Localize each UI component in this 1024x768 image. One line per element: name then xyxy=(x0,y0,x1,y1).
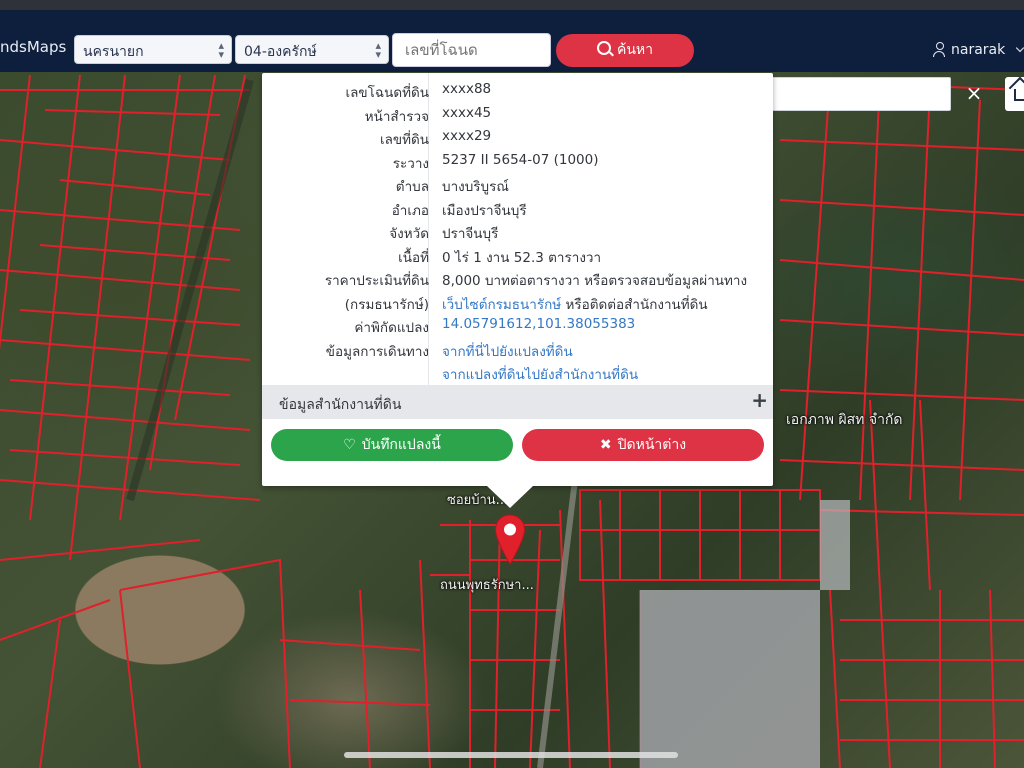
province-value: นครนายก xyxy=(83,44,144,60)
row-label: ระวาง xyxy=(392,155,429,172)
chevron-down-icon[interactable] xyxy=(1015,43,1024,53)
directions-to-office-link[interactable]: จากแปลงที่ดินไปยังสำนักงานที่ดิน xyxy=(442,363,638,385)
save-parcel-label: บันทึกแปลงนี้ xyxy=(361,437,441,453)
info-row: เลขโฉนดที่ดิน xxxx88 xyxy=(262,78,773,101)
parcel-info-popup: เลขโฉนดที่ดิน xxxx88 หน้าสำรวจ xxxx45 เล… xyxy=(262,73,773,508)
save-parcel-button[interactable]: ♡ บันทึกแปลงนี้ xyxy=(271,429,513,461)
row-value: 5237 II 5654-07 (1000) xyxy=(442,151,599,168)
deed-number-input[interactable] xyxy=(392,33,551,67)
row-value: xxxx88 xyxy=(442,81,492,97)
row-value-group: เว็บไซต์กรมธนารักษ์ หรือติดต่อสำนักงานที… xyxy=(442,293,708,315)
row-value: ปราจีนบุรี xyxy=(442,226,499,242)
close-window-label: ปิดหน้าต่าง xyxy=(617,437,687,453)
row-value: 8,000 บาทต่อตารางวา หรือตรวจสอบข้อมูลผ่า… xyxy=(442,273,748,289)
row-label: เลขโฉนดที่ดิน xyxy=(345,85,429,101)
row-label: เลขที่ดิน xyxy=(379,132,429,148)
row-label: อำเภอ xyxy=(391,202,429,219)
info-row: ระวาง 5237 II 5654-07 (1000) xyxy=(262,149,773,172)
poi-label: เอกภาพ ผิสท จำกัด xyxy=(786,412,903,428)
info-row: ข้อมูลการเดินทาง จากที่นี่ไปยังแปลงที่ดิ… xyxy=(262,337,773,360)
location-pin-icon[interactable] xyxy=(494,514,526,566)
land-office-accordion[interactable]: ข้อมูลสำนักงานที่ดิน + xyxy=(262,385,773,419)
row-label: (กรมธนารักษ์) xyxy=(344,296,429,313)
row-label: หน้าสำรวจ xyxy=(364,108,429,125)
info-row: อำเภอ เมืองปราจีนบุรี xyxy=(262,196,773,219)
select-caret-icon: ▴ ▾ xyxy=(218,39,224,61)
row-label: ราคาประเมินที่ดิน xyxy=(324,273,429,289)
info-row: จังหวัด ปราจีนบุรี xyxy=(262,219,773,242)
district-value: 04-องครักษ์ xyxy=(244,44,317,60)
close-window-button[interactable]: ✖ ปิดหน้าต่าง xyxy=(522,429,764,461)
plus-icon[interactable]: + xyxy=(751,388,768,412)
brand-logo[interactable]: ndsMaps xyxy=(0,38,66,56)
heart-icon: ♡ xyxy=(343,437,356,453)
info-row: ตำบล บางบริบูรณ์ xyxy=(262,172,773,195)
row-label: เนื้อที่ xyxy=(398,249,429,266)
row-label: ตำบล xyxy=(395,179,429,195)
close-icon[interactable]: × xyxy=(962,80,986,106)
user-menu[interactable]: nararak xyxy=(933,40,1005,58)
info-row: เนื้อที่ 0 ไร่ 1 งาน 52.3 ตารางวา xyxy=(262,243,773,266)
user-icon xyxy=(933,42,945,57)
directions-to-parcel-link[interactable]: จากที่นี่ไปยังแปลงที่ดิน xyxy=(442,340,573,362)
info-row: ค่าพิกัดแปลง 14.05791612,101.38055383 xyxy=(262,313,773,336)
search-icon xyxy=(596,41,611,55)
row-value: xxxx29 xyxy=(442,128,492,144)
info-row: หน้าสำรวจ xxxx45 xyxy=(262,102,773,125)
row-value-suffix: หรือติดต่อสำนักงานที่ดิน xyxy=(561,296,708,313)
province-select[interactable]: นครนายก ▴ ▾ xyxy=(74,35,232,64)
home-indicator-bar xyxy=(344,752,678,758)
search-button-label: ค้นหา xyxy=(616,42,654,58)
home-button[interactable] xyxy=(1005,77,1024,111)
close-icon: ✖ xyxy=(599,437,612,453)
row-label: ข้อมูลการเดินทาง xyxy=(325,343,429,360)
row-value: เมืองปราจีนบุรี xyxy=(442,202,527,219)
window-top-strip xyxy=(0,0,1024,10)
info-row: จากแปลงที่ดินไปยังสำนักงานที่ดิน xyxy=(262,360,773,383)
coordinates-link[interactable]: 14.05791612,101.38055383 xyxy=(442,316,635,332)
row-value: บางบริบูรณ์ xyxy=(442,179,509,195)
info-row: เลขที่ดิน xxxx29 xyxy=(262,125,773,148)
top-navbar: ndsMaps นครนายก ▴▾ 04-องครักษ์ ▴▾ ค้นหา … xyxy=(0,10,1024,72)
info-row: (กรมธนารักษ์) เว็บไซต์กรมธนารักษ์ หรือติ… xyxy=(262,290,773,313)
row-value: 0 ไร่ 1 งาน 52.3 ตารางวา xyxy=(442,249,602,266)
row-value: xxxx45 xyxy=(442,104,492,121)
treasury-website-link[interactable]: เว็บไซต์กรมธนารักษ์ xyxy=(442,297,561,313)
search-button[interactable]: ค้นหา xyxy=(556,34,694,67)
username: nararak xyxy=(951,42,1006,58)
home-icon xyxy=(1014,89,1024,101)
road-label: ถนนพุทธรักษา... xyxy=(440,578,534,593)
app-root: ซอยบ้าน... ถนนพุทธรักษา... เอกภาพ ผิสท จ… xyxy=(0,0,1024,768)
district-select[interactable]: 04-องครักษ์ ▴ ▾ xyxy=(235,35,389,64)
land-office-label: ข้อมูลสำนักงานที่ดิน xyxy=(279,397,402,413)
row-label: ค่าพิกัดแปลง xyxy=(354,320,429,336)
row-label: จังหวัด xyxy=(389,226,429,242)
info-row: ราคาประเมินที่ดิน 8,000 บาทต่อตารางวา หร… xyxy=(262,266,773,289)
select-caret-icon: ▴ ▾ xyxy=(375,39,381,61)
